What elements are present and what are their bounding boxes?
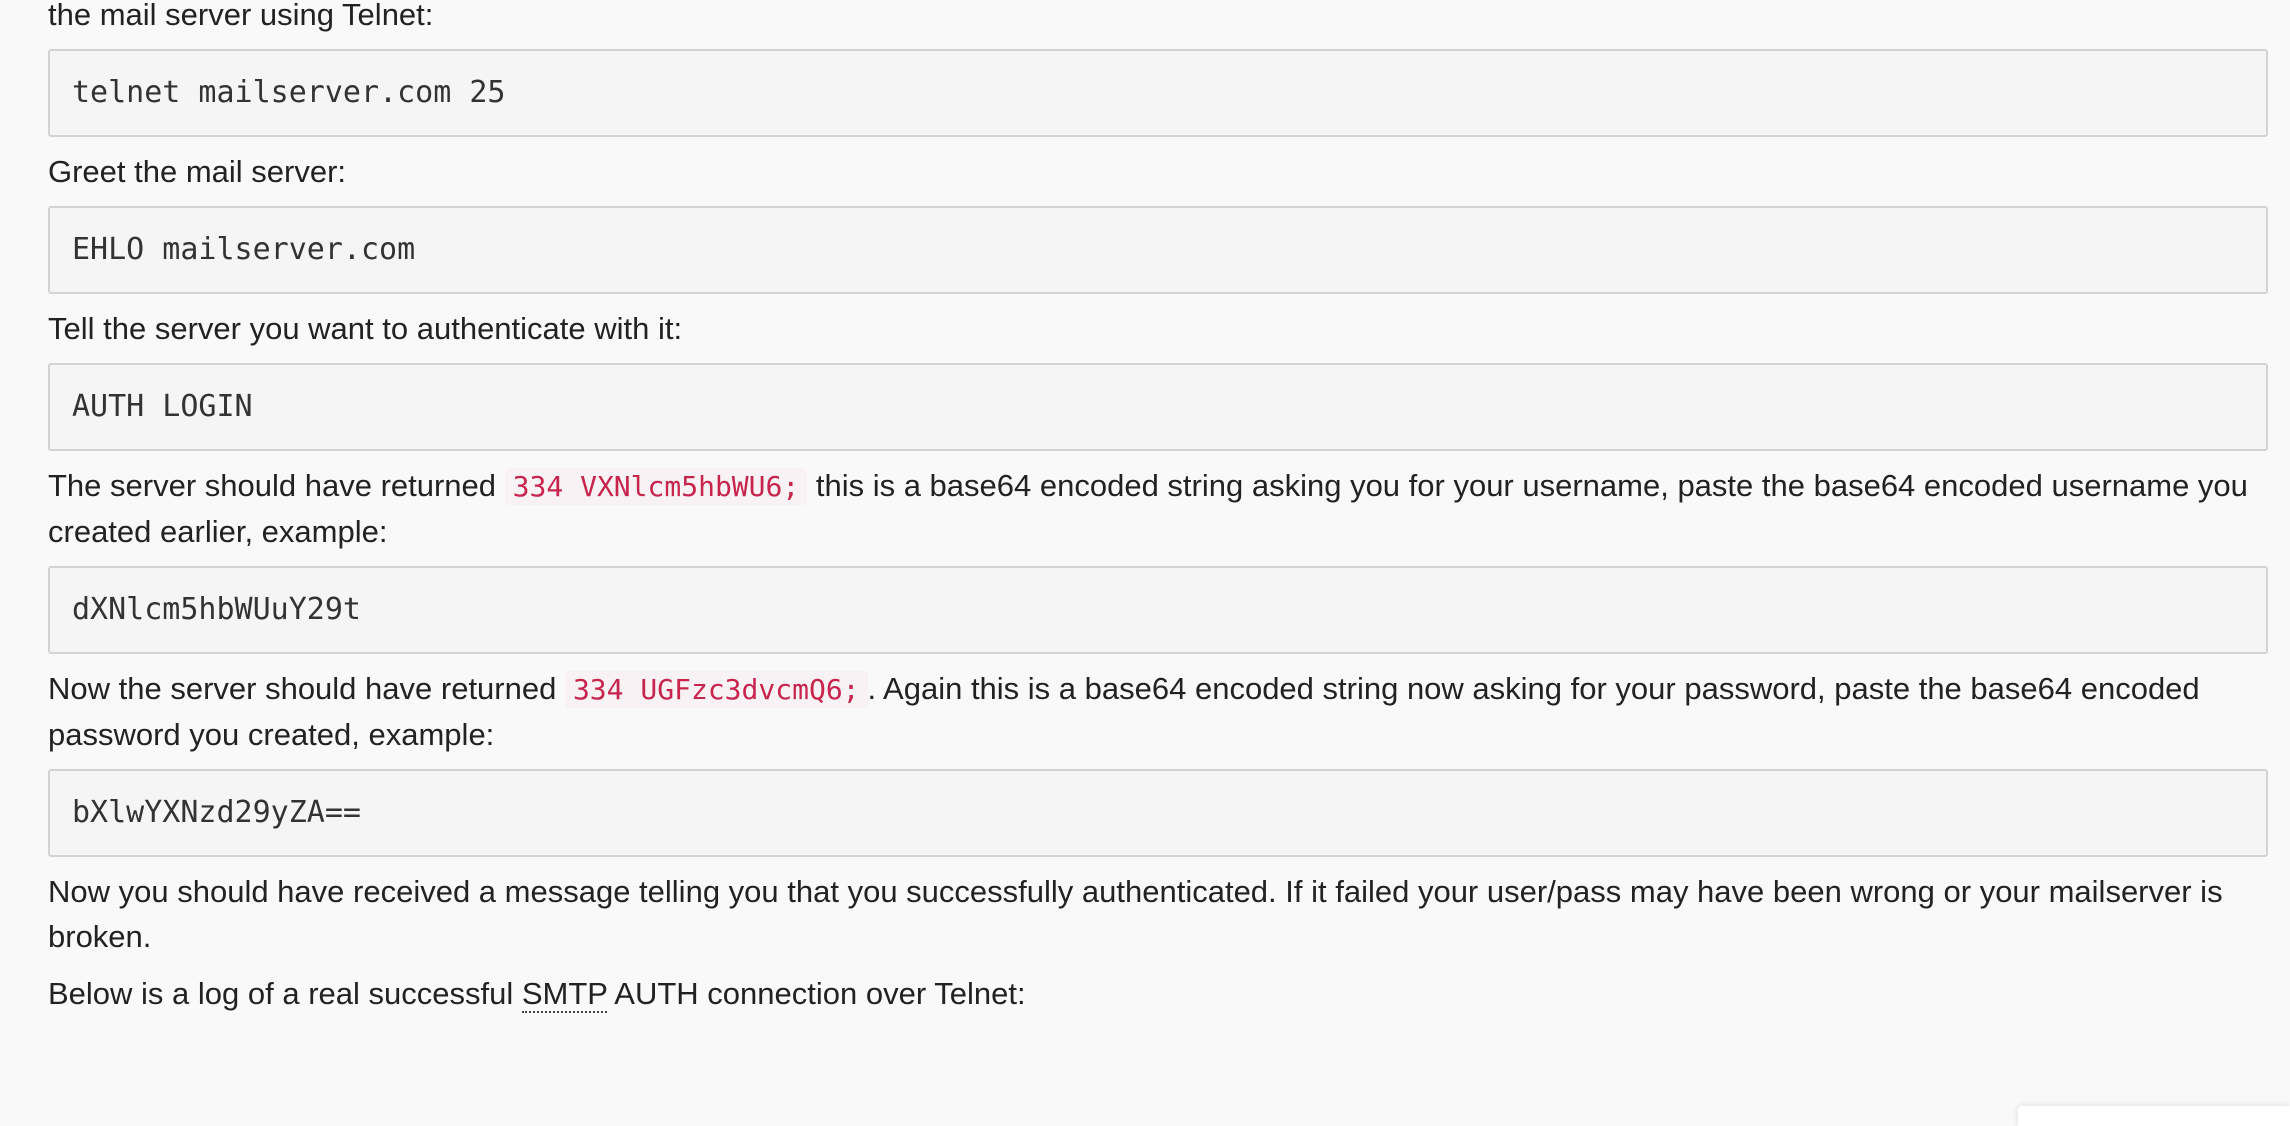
article-body: the mail server using Telnet: telnet mai… [48, 0, 2268, 1016]
log-intro-lead: Below is a log of a real successful [48, 976, 522, 1011]
log-intro-text: Below is a log of a real successful SMTP… [48, 971, 2268, 1016]
password-prompt-lead: Now the server should have returned [48, 671, 565, 706]
password-example-block[interactable]: bXlwYXNzd29yZA== [48, 769, 2268, 857]
password-prompt-code: 334 UGFzc3dvcmQ6; [564, 671, 868, 708]
result-text: Now you should have received a message t… [48, 874, 2223, 954]
auth-intro-text: Tell the server you want to authenticate… [48, 311, 683, 346]
corner-popup-edge [2018, 1106, 2290, 1126]
telnet-command-block[interactable]: telnet mailserver.com 25 [48, 49, 2268, 137]
username-prompt-lead: The server should have returned [48, 468, 505, 503]
greet-text: Greet the mail server: [48, 154, 347, 189]
username-prompt-text: The server should have returned 334 VXNl… [48, 463, 2268, 554]
ehlo-command-block[interactable]: EHLO mailserver.com [48, 206, 2268, 294]
username-prompt-code: 334 VXNlcm5hbWU6; [504, 468, 808, 505]
intro-text: the mail server using Telnet: [48, 0, 434, 32]
auth-login-command-block[interactable]: AUTH LOGIN [48, 363, 2268, 451]
smtp-abbreviation[interactable]: SMTP [521, 976, 608, 1013]
password-prompt-text: Now the server should have returned 334 … [48, 666, 2268, 757]
log-intro-tail: AUTH connection over Telnet: [607, 976, 1026, 1011]
username-example-block[interactable]: dXNlcm5hbWUuY29t [48, 566, 2268, 654]
